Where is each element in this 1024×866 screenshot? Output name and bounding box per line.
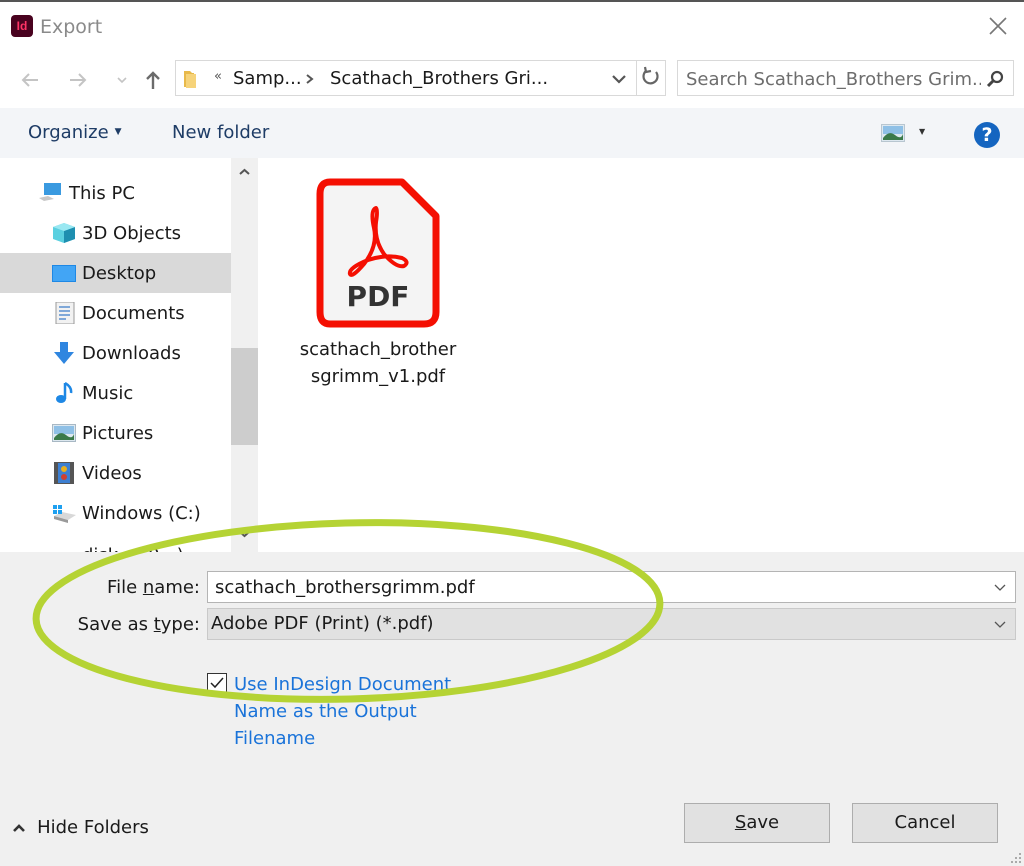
title-bar: Id Export xyxy=(0,4,1024,50)
sidebar-item-music[interactable]: Music xyxy=(0,373,231,413)
resize-grip-icon[interactable] xyxy=(1010,852,1022,864)
refresh-button[interactable] xyxy=(636,60,666,96)
chevron-down-icon xyxy=(117,77,127,84)
use-document-name-label[interactable]: Use InDesign Document Name as the Output… xyxy=(234,671,454,752)
document-icon xyxy=(55,302,75,324)
cancel-button[interactable]: Cancel xyxy=(852,803,998,843)
chevron-down-icon xyxy=(994,621,1006,628)
breadcrumb-overflow[interactable]: « xyxy=(214,69,222,84)
chevron-right-icon[interactable] xyxy=(304,70,316,88)
search-box[interactable] xyxy=(677,60,1014,96)
sidebar-item-label: Downloads xyxy=(82,343,181,364)
export-dialog: Id Export « Samp... Scathach_Brothers Gr… xyxy=(0,0,1024,866)
download-arrow-icon xyxy=(54,342,74,364)
search-icon[interactable] xyxy=(985,69,1005,89)
save-as-type-select[interactable]: Adobe PDF (Print) (*.pdf) xyxy=(207,608,1016,640)
checkmark-icon xyxy=(210,677,224,689)
breadcrumb-item[interactable]: Samp... xyxy=(233,68,302,89)
back-button[interactable] xyxy=(18,68,42,92)
sidebar-item-downloads[interactable]: Downloads xyxy=(0,333,231,373)
computer-icon xyxy=(39,183,61,201)
cube-icon xyxy=(53,223,75,243)
use-document-name-checkbox[interactable] xyxy=(207,673,227,693)
caret-down-icon: ▼ xyxy=(919,127,926,136)
recent-locations-button[interactable] xyxy=(110,68,134,92)
help-button[interactable]: ? xyxy=(974,122,1000,148)
hide-folders-label: Hide Folders xyxy=(37,817,149,838)
file-list: PDF scathach_brothersgrimm_v1.pdf xyxy=(260,158,1024,552)
new-folder-button[interactable]: New folder xyxy=(172,122,269,143)
file-name: scathach_brothersgrimm_v1.pdf xyxy=(299,339,457,387)
file-name-label: File name: xyxy=(107,577,200,598)
film-icon xyxy=(54,462,74,484)
command-toolbar: Organize ▼ New folder ▼ ? xyxy=(0,108,1024,158)
scrollbar-thumb[interactable] xyxy=(231,348,258,445)
desktop-icon xyxy=(52,265,76,282)
organize-menu-button[interactable]: Organize ▼ xyxy=(28,122,122,143)
close-icon xyxy=(989,17,1007,35)
sidebar-item-windows-c[interactable]: Windows (C:) xyxy=(0,493,231,533)
folder-icon xyxy=(184,71,196,88)
file-item[interactable]: PDF scathach_brothersgrimm_v1.pdf xyxy=(298,176,458,391)
picture-icon xyxy=(52,424,76,442)
save-button[interactable]: Save xyxy=(684,803,830,843)
navigation-pane: This PC 3D Objects Desktop Documents Dow… xyxy=(0,158,231,552)
sidebar-item-label: Documents xyxy=(82,303,185,324)
scroll-up-arrow-icon[interactable] xyxy=(237,166,252,178)
chevron-down-icon[interactable] xyxy=(610,73,628,85)
sidebar-item-disk[interactable]: disk... (0...) xyxy=(0,535,231,552)
sidebar-item-desktop[interactable]: Desktop xyxy=(0,253,231,293)
forward-button[interactable] xyxy=(66,68,90,92)
save-as-type-value: Adobe PDF (Print) (*.pdf) xyxy=(211,613,434,634)
sidebar-item-pictures[interactable]: Pictures xyxy=(0,413,231,453)
sidebar-item-label: Windows (C:) xyxy=(82,503,201,524)
pdf-file-icon: PDF xyxy=(316,178,440,328)
close-button[interactable] xyxy=(986,14,1010,38)
sidebar-item-label: disk... (0...) xyxy=(82,545,184,552)
forward-arrow-icon xyxy=(70,73,87,87)
chevron-up-icon xyxy=(13,824,25,832)
file-name-input[interactable] xyxy=(215,575,975,599)
sidebar-item-3d-objects[interactable]: 3D Objects xyxy=(0,213,231,253)
search-input[interactable] xyxy=(686,67,981,91)
sidebar-item-label: This PC xyxy=(69,183,135,204)
sidebar-item-videos[interactable]: Videos xyxy=(0,453,231,493)
drive-icon xyxy=(53,505,76,523)
sidebar-item-label: 3D Objects xyxy=(82,223,182,244)
save-as-type-label: Save as type: xyxy=(77,614,200,635)
file-name-combobox[interactable] xyxy=(207,571,1016,603)
drive-icon xyxy=(52,544,76,552)
scroll-down-arrow-icon[interactable] xyxy=(237,528,252,540)
hide-folders-button[interactable]: Hide Folders xyxy=(12,817,149,838)
music-note-icon xyxy=(56,382,73,403)
breadcrumb-item[interactable]: Scathach_Brothers Gri... xyxy=(330,68,548,89)
organize-label: Organize xyxy=(28,122,109,143)
sidebar-item-this-pc[interactable]: This PC xyxy=(0,173,231,213)
save-options-pane: File name: Save as type: Adobe PDF (Prin… xyxy=(0,552,1024,866)
sidebar-item-label: Pictures xyxy=(82,423,154,444)
window-title: Export xyxy=(40,16,103,38)
view-picture-icon xyxy=(881,124,905,142)
indesign-app-icon: Id xyxy=(11,15,33,37)
caret-down-icon: ▼ xyxy=(114,127,122,137)
up-arrow-icon xyxy=(146,71,160,89)
sidebar-scrollbar[interactable] xyxy=(231,158,258,552)
refresh-icon xyxy=(642,66,659,85)
sidebar-item-label: Videos xyxy=(82,463,142,484)
change-view-button[interactable]: ▼ xyxy=(881,124,931,144)
back-arrow-icon xyxy=(21,73,38,87)
address-bar[interactable]: « Samp... Scathach_Brothers Gri... xyxy=(175,60,637,96)
chevron-down-icon[interactable] xyxy=(993,582,1007,592)
sidebar-item-label: Desktop xyxy=(82,263,157,284)
up-button[interactable] xyxy=(141,68,165,92)
sidebar-item-documents[interactable]: Documents xyxy=(0,293,231,333)
sidebar-item-label: Music xyxy=(82,383,134,404)
pdf-icon-label: PDF xyxy=(347,280,410,313)
